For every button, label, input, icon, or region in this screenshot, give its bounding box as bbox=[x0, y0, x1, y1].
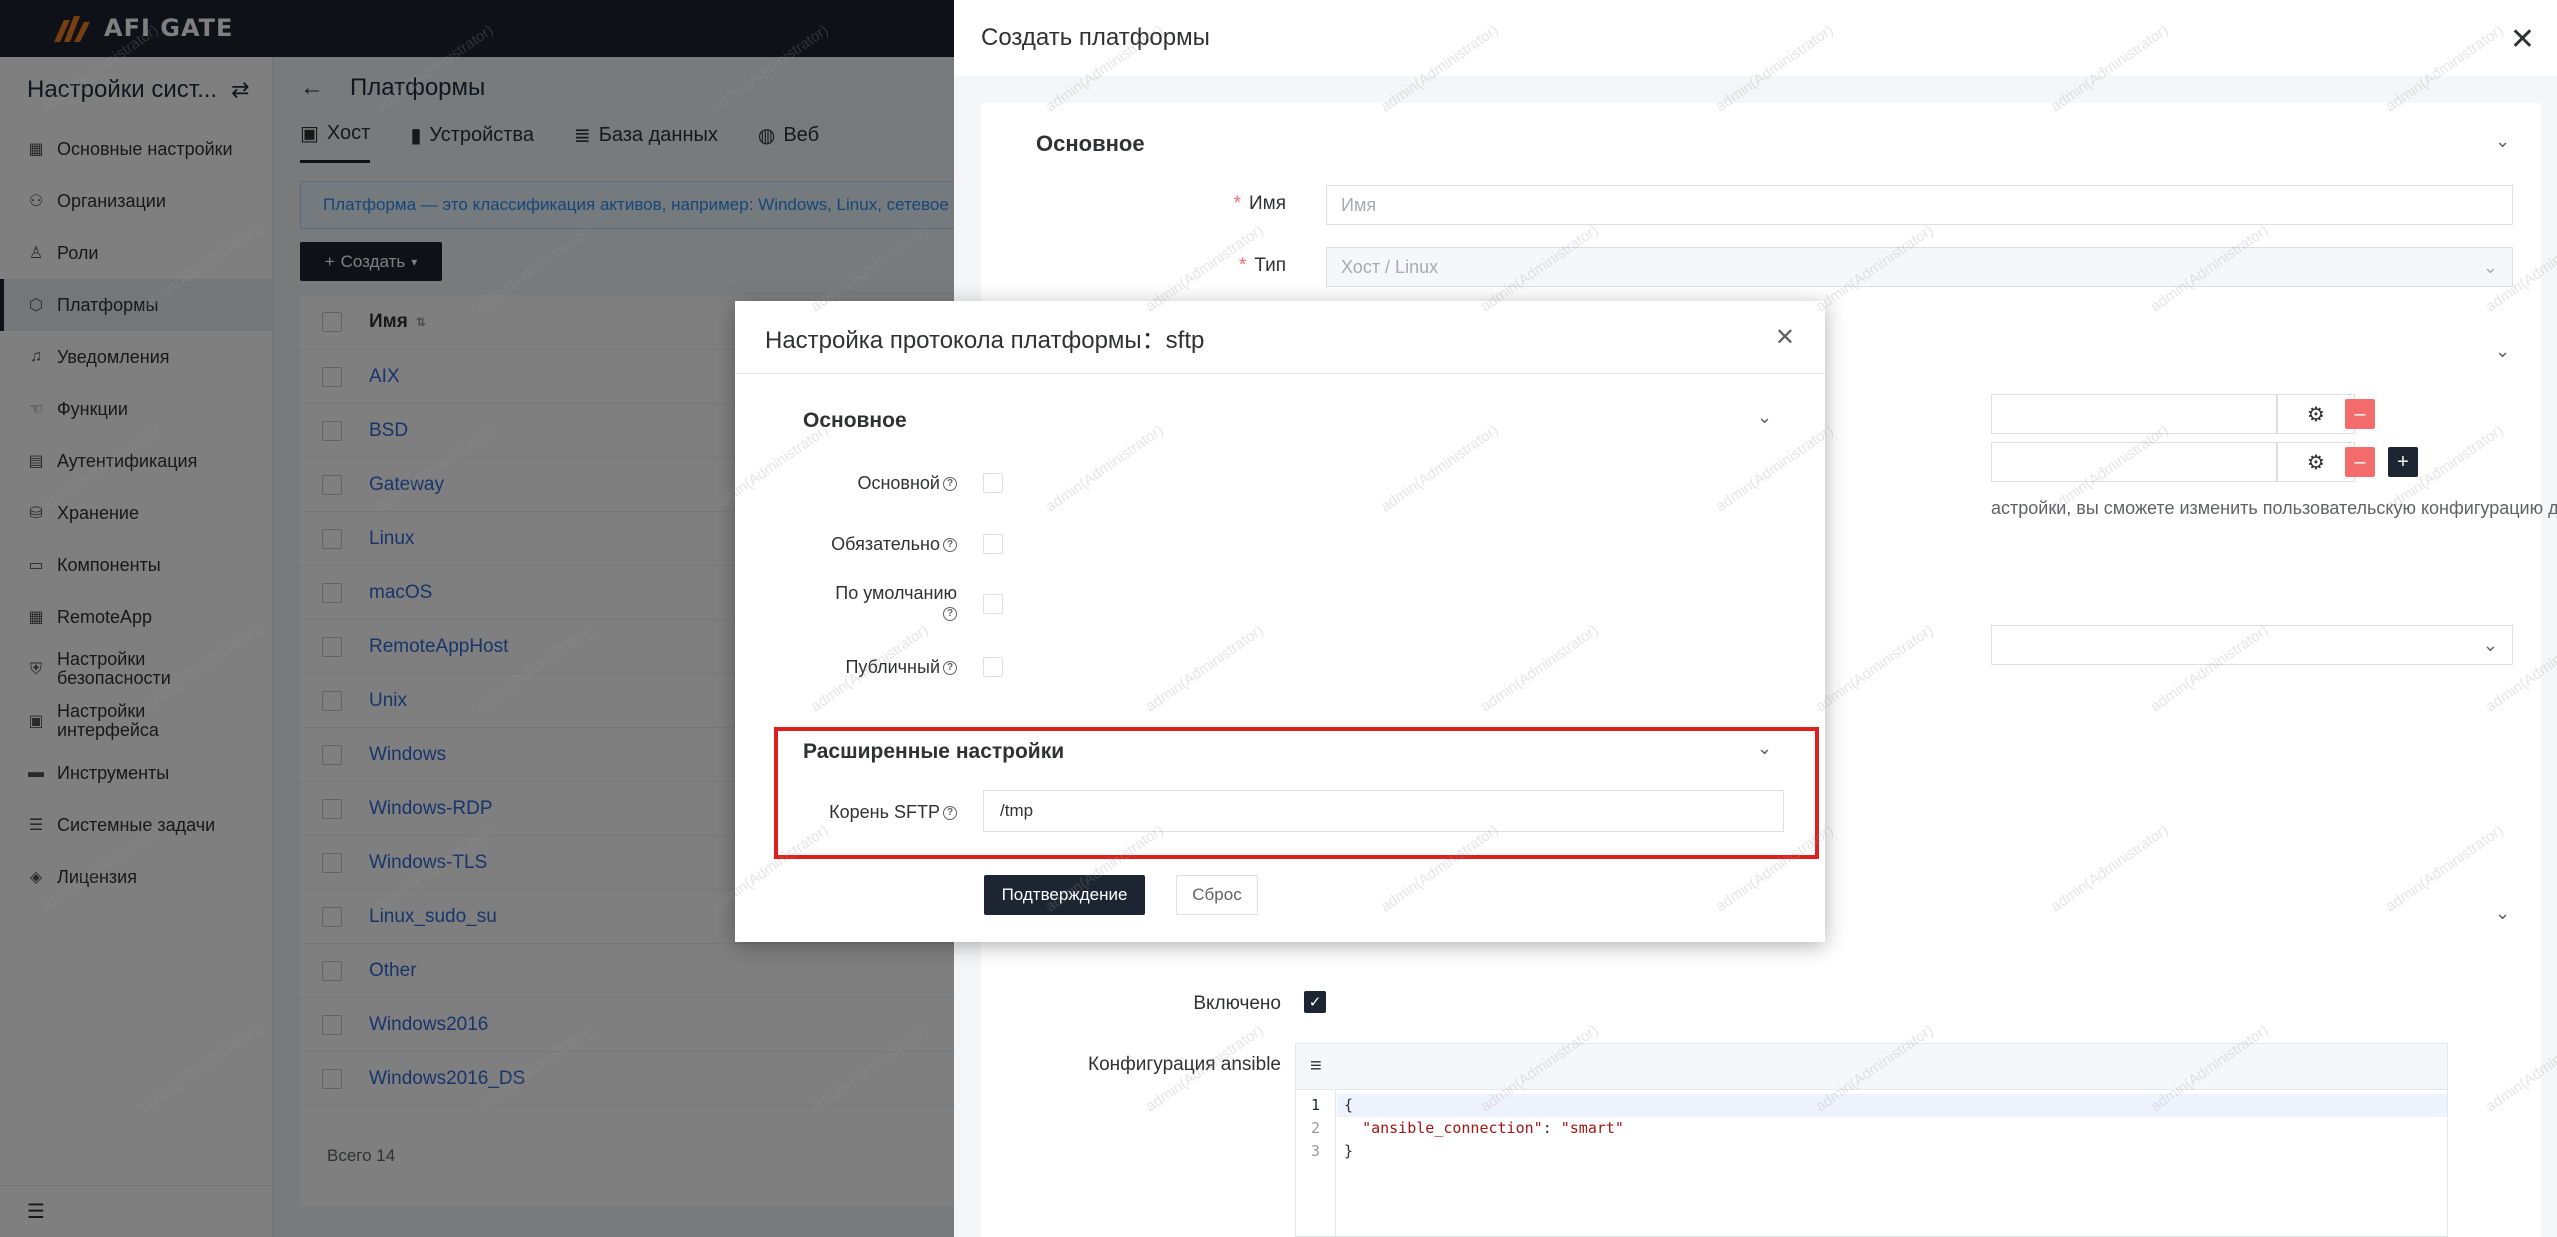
remove-protocol-button[interactable]: – bbox=[2345, 447, 2375, 477]
line-number: 1 bbox=[1310, 1096, 1321, 1114]
ansible-code-editor[interactable]: ≡ 1 2 3 { "ansible_connection": "smart"} bbox=[1295, 1043, 2448, 1237]
chevron-down-icon: ⌄ bbox=[2482, 256, 2498, 277]
code-line: { bbox=[1344, 1096, 1354, 1114]
code-line: } bbox=[1344, 1142, 1354, 1160]
chevron-down-icon[interactable]: ⌄ bbox=[2495, 341, 2510, 362]
default-checkbox[interactable] bbox=[983, 594, 1003, 614]
help-icon[interactable]: ? bbox=[943, 661, 957, 676]
name-label: * Имя bbox=[1233, 193, 1286, 214]
section-basic-title: Основное bbox=[1036, 131, 1145, 156]
sftp-root-label: Корень SFTP? bbox=[735, 802, 957, 823]
code-toolbar: ≡ bbox=[1296, 1044, 2447, 1090]
gear-icon[interactable]: ⚙ bbox=[2277, 442, 2355, 482]
confirm-button[interactable]: Подтверждение bbox=[984, 875, 1145, 915]
primary-label: Основной? bbox=[735, 473, 957, 493]
help-icon[interactable]: ? bbox=[943, 806, 957, 821]
advanced-settings-title: Расширенные настройки bbox=[803, 740, 1065, 763]
ansible-config-label: Конфигурация ansible bbox=[1088, 1054, 1281, 1075]
format-icon[interactable]: ≡ bbox=[1310, 1055, 1322, 1078]
add-protocol-button[interactable]: + bbox=[2388, 447, 2418, 477]
code-key: "ansible_connection" bbox=[1362, 1119, 1543, 1137]
help-icon[interactable]: ? bbox=[943, 538, 957, 553]
dialog-header: Настройка протокола платформы：sftp ✕ bbox=[735, 301, 1825, 374]
public-checkbox[interactable] bbox=[983, 657, 1003, 677]
sftp-root-input[interactable]: /tmp bbox=[983, 790, 1784, 832]
code-gutter: 1 2 3 bbox=[1296, 1090, 1336, 1237]
code-line: "ansible_connection": "smart" bbox=[1344, 1117, 1624, 1140]
chevron-down-icon[interactable]: ⌄ bbox=[2495, 903, 2510, 924]
gear-icon[interactable]: ⚙ bbox=[2277, 394, 2355, 434]
required-checkbox[interactable] bbox=[983, 534, 1003, 554]
chevron-down-icon: ⌄ bbox=[2482, 634, 2498, 655]
chevron-down-icon[interactable]: ⌄ bbox=[1757, 738, 1772, 759]
help-icon[interactable]: ? bbox=[943, 607, 957, 622]
line-number: 3 bbox=[1310, 1142, 1321, 1160]
protocol-input-2[interactable] bbox=[1991, 442, 2277, 482]
help-icon[interactable]: ? bbox=[943, 477, 957, 492]
code-value: "smart" bbox=[1560, 1119, 1624, 1137]
name-input[interactable]: Имя bbox=[1326, 185, 2513, 225]
protocol-input-1[interactable] bbox=[1991, 394, 2277, 434]
dialog-title: Настройка протокола платформы：sftp bbox=[765, 326, 1205, 354]
type-value: Хост / Linux bbox=[1341, 256, 1439, 277]
line-number: 2 bbox=[1310, 1119, 1321, 1137]
app-root: AFI GATE Настройки сист... ⇄ ▦Основные н… bbox=[0, 0, 2557, 1237]
enabled-label: Включено bbox=[1193, 993, 1281, 1014]
drawer-title: Создать платформы bbox=[981, 24, 1210, 51]
type-select: Хост / Linux ⌄ bbox=[1326, 247, 2513, 287]
protocol-hint: астройки, вы сможете изменить пользовате… bbox=[1991, 498, 2557, 518]
select-input[interactable]: ⌄ bbox=[1991, 625, 2513, 665]
default-label: По умолчанию? bbox=[835, 583, 957, 622]
type-label: * Тип bbox=[1238, 255, 1286, 276]
code-sep: : bbox=[1542, 1119, 1561, 1137]
chevron-down-icon[interactable]: ⌄ bbox=[1757, 407, 1772, 428]
code-content[interactable]: { "ansible_connection": "smart"} bbox=[1344, 1090, 1624, 1163]
enabled-checkbox[interactable]: ✓ bbox=[1304, 991, 1326, 1013]
remove-protocol-button[interactable]: – bbox=[2345, 399, 2375, 429]
public-label: Публичный? bbox=[735, 657, 957, 677]
drawer-header: Создать платформы ✕ bbox=[954, 0, 2557, 76]
close-icon[interactable]: ✕ bbox=[1775, 323, 1795, 352]
primary-checkbox[interactable] bbox=[983, 473, 1003, 493]
dialog-basic-title: Основное bbox=[803, 409, 907, 432]
required-label: Обязательно? bbox=[735, 534, 957, 554]
reset-button[interactable]: Сброс bbox=[1176, 875, 1258, 915]
close-icon[interactable]: ✕ bbox=[2510, 22, 2535, 57]
chevron-down-icon[interactable]: ⌄ bbox=[2495, 131, 2510, 152]
